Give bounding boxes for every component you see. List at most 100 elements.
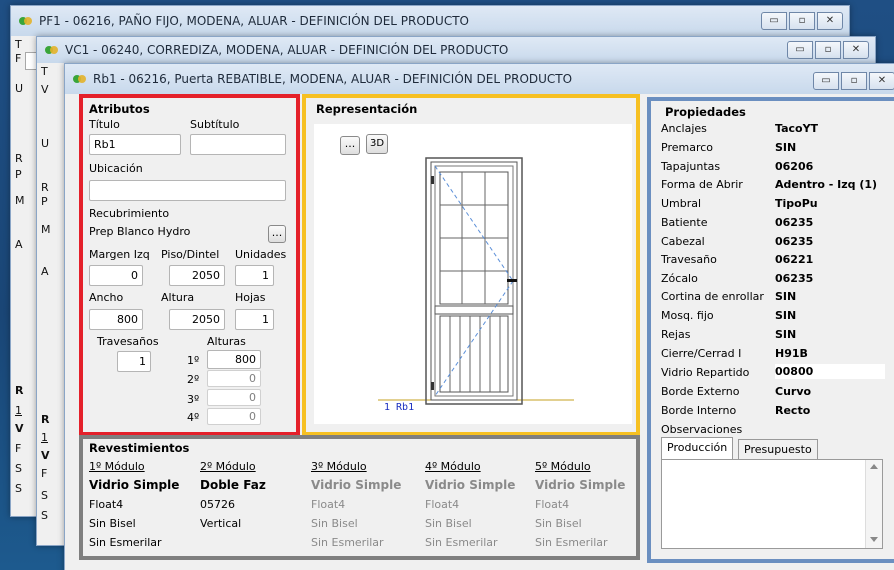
ubicacion-label: Ubicación [89,162,143,175]
titulo-label: Título [89,118,120,131]
prop-label: Zócalo [661,272,698,285]
hojas-label: Hojas [235,291,266,304]
prop-value[interactable]: 06235 [775,235,813,248]
altura-ordinal: 1º [187,354,200,367]
modulo-title[interactable]: 2º Módulo [200,457,266,476]
pf1-fragment-label: M [15,194,25,207]
revestimiento-modulo-2[interactable]: 2º Módulo Doble Faz 05726 Vertical [200,457,266,552]
prop-label: Umbral [661,197,702,210]
modulo-type: Doble Faz [200,478,266,492]
modulo-esmerilar: Sin Esmerilar [89,536,162,549]
window-pf1-title: PF1 - 06216, PAÑO FIJO, MODENA, ALUAR - … [39,14,469,28]
prop-value[interactable]: 06235 [775,272,813,285]
prop-value[interactable]: 00800 [775,364,885,379]
altura-1-field[interactable]: 800 [207,350,261,369]
modulo-bisel: Sin Bisel [311,517,358,530]
vc1-fragment-label: S [41,489,48,502]
pf1-fragment-label: U [15,82,24,95]
prop-value[interactable]: 06206 [775,160,813,173]
revestimiento-modulo-5[interactable]: 5º Módulo Vidrio Simple Float4 Sin Bisel… [535,457,625,552]
unidades-field[interactable]: 1 [235,265,274,286]
prop-value[interactable]: TacoYT [775,122,818,135]
revestimiento-modulo-1[interactable]: 1º Módulo Vidrio Simple Float4 Sin Bisel… [89,457,179,552]
altura-ordinal: 4º [187,411,200,424]
window-rb1: Rb1 - 06216, Puerta REBATIBLE, MODENA, A… [64,63,894,570]
altura-ordinal: 2º [187,373,200,386]
ubicacion-field[interactable] [89,180,286,201]
prop-label: Mosq. fijo [661,309,714,322]
observaciones-textarea[interactable] [661,459,883,549]
prop-label: Borde Externo [661,385,740,398]
modulo-title[interactable]: 5º Módulo [535,457,625,476]
vc1-fragment-label: T [41,65,48,78]
titulo-field[interactable]: Rb1 [89,134,181,155]
vc1-fragment-label: V [41,449,50,462]
minimize-icon[interactable]: ▭ [787,41,813,59]
modulo-title[interactable]: 1º Módulo [89,457,179,476]
scroll-up-icon[interactable] [870,464,878,469]
revestimiento-modulo-4[interactable]: 4º Módulo Vidrio Simple Float4 Sin Bisel… [425,457,515,552]
modulo-bisel: Sin Bisel [425,517,472,530]
prop-value[interactable]: TipoPu [775,197,818,210]
vc1-fragment-label: 1 [41,431,48,444]
margen-izq-field[interactable]: 0 [89,265,143,286]
prop-value[interactable]: Curvo [775,385,811,398]
subtitulo-field[interactable] [190,134,286,155]
window-rb1-titlebar[interactable]: Rb1 - 06216, Puerta REBATIBLE, MODENA, A… [65,64,894,94]
modulo-title[interactable]: 4º Módulo [425,457,515,476]
ancho-field[interactable]: 800 [89,309,143,330]
altura-4-field[interactable]: 0 [207,408,261,425]
prop-label: Forma de Abrir [661,178,743,191]
pf1-fragment-label: R [15,384,24,397]
restore-icon[interactable]: ▫ [841,72,867,90]
prop-value[interactable]: Recto [775,404,810,417]
recubrimiento-label: Recubrimiento [89,207,170,220]
travesanos-field[interactable]: 1 [117,351,151,372]
scroll-down-icon[interactable] [870,537,878,542]
vc1-fragment-label: R [41,413,50,426]
window-vc1-controls: ▭ ▫ ✕ [785,41,869,59]
close-icon[interactable]: ✕ [843,41,869,59]
margen-izq-label: Margen Izq [89,248,150,261]
prop-label: Tapajuntas [661,160,721,173]
prop-value[interactable]: SIN [775,141,796,154]
pf1-fragment-label: F [15,442,22,455]
prop-value[interactable]: 06235 [775,216,813,229]
tab-produccion[interactable]: Producción [661,437,734,460]
minimize-icon[interactable]: ▭ [761,12,787,30]
prop-label: Cortina de enrollar [661,290,764,303]
piso-dintel-field[interactable]: 2050 [169,265,225,286]
app-icon [19,15,33,27]
window-vc1-titlebar[interactable]: VC1 - 06240, CORREDIZA, MODENA, ALUAR - … [37,37,875,63]
subtitulo-label: Subtítulo [190,118,240,131]
recubrimiento-more-button[interactable]: ... [268,225,286,243]
travesanos-label: Travesaños [97,335,159,348]
prop-value[interactable]: 06221 [775,253,813,266]
observaciones-scrollbar[interactable] [865,460,882,548]
prop-value[interactable]: Adentro - Izq (1) [775,178,877,191]
minimize-icon[interactable]: ▭ [813,72,839,90]
tab-presupuesto[interactable]: Presupuesto [738,439,818,460]
modulo-title[interactable]: 3º Módulo [311,457,401,476]
prop-label: Anclajes [661,122,707,135]
altura-3-field[interactable]: 0 [207,389,261,406]
close-icon[interactable]: ✕ [817,12,843,30]
pf1-fragment-label: S [15,482,22,495]
representacion-heading: Representación [316,102,418,116]
prop-value[interactable]: SIN [775,328,796,341]
pf1-fragment-label: V [15,422,24,435]
close-icon[interactable]: ✕ [869,72,894,90]
hojas-field[interactable]: 1 [235,309,274,330]
restore-icon[interactable]: ▫ [789,12,815,30]
revestimiento-modulo-3[interactable]: 3º Módulo Vidrio Simple Float4 Sin Bisel… [311,457,401,552]
vc1-fragment-label: R [41,181,49,194]
altura-2-field[interactable]: 0 [207,370,261,387]
prop-value[interactable]: SIN [775,290,796,303]
prop-value[interactable]: H91B [775,347,808,360]
altura-field[interactable]: 2050 [169,309,225,330]
pf1-fragment-label: S [15,462,22,475]
restore-icon[interactable]: ▫ [815,41,841,59]
prop-value[interactable]: SIN [775,309,796,322]
modulo-glass: Float4 [425,498,460,511]
window-pf1-titlebar[interactable]: PF1 - 06216, PAÑO FIJO, MODENA, ALUAR - … [11,6,849,36]
